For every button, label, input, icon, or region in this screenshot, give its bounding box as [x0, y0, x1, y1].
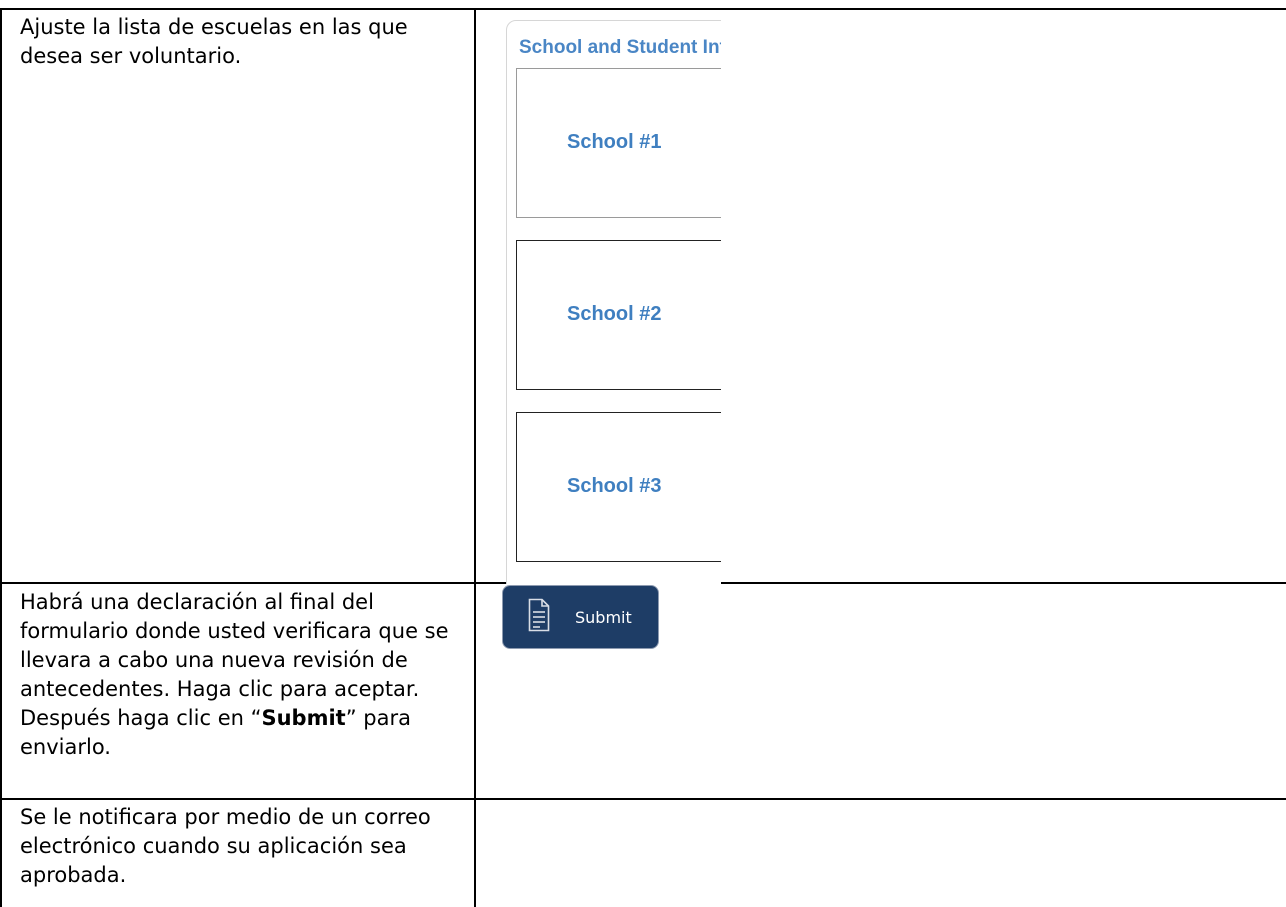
instruction-text-1: Ajuste la lista de escuelas en las que d…: [20, 15, 408, 68]
form-screenshot: School and Student Information School #1…: [506, 20, 721, 584]
school-option-3[interactable]: School #3: [516, 412, 721, 562]
school-option-label: School #1: [567, 131, 662, 153]
instruction-text-2: Habrá una declaración al final del formu…: [20, 588, 460, 762]
submit-button[interactable]: Submit: [502, 585, 659, 649]
instruction-table: Ajuste la lista de escuelas en las que d…: [0, 0, 1286, 907]
school-option-label: School #2: [567, 303, 662, 325]
school-option-label: School #3: [567, 475, 662, 497]
instruction-text-3: Se le notificara por medio de un correo …: [20, 805, 431, 887]
table-column-divider: [474, 8, 476, 907]
submit-button-label: Submit: [575, 608, 632, 627]
table-border-top: [0, 8, 1286, 10]
table-row-divider-1-right: [666, 582, 1286, 584]
school-option-1[interactable]: School #1: [516, 68, 721, 218]
table-row-divider-1: [0, 582, 506, 584]
table-row-divider-2: [0, 798, 1286, 800]
document-icon: [528, 598, 550, 632]
panel-title: School and Student Information: [519, 37, 721, 58]
table-border-left: [0, 8, 2, 907]
instruction-text-2-bold: Submit: [261, 706, 346, 730]
school-option-2[interactable]: School #2: [516, 240, 721, 390]
